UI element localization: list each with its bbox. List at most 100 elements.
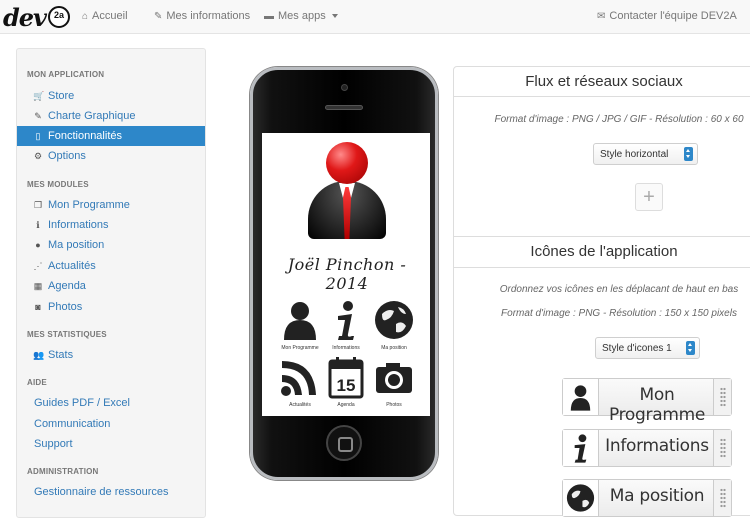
info-icon[interactable]	[324, 298, 368, 342]
envelope-icon: ✉	[597, 10, 606, 22]
icon-row-informations[interactable]: Informations	[562, 429, 732, 467]
sidebar-item-store[interactable]: 🛒 Store	[17, 86, 205, 106]
sidebar-item-label: Store	[48, 90, 75, 102]
nav-home-label: Accueil	[92, 10, 128, 22]
icon-row-mon-programme[interactable]: Mon Programme	[562, 378, 732, 425]
social-section-title: Flux et réseaux sociaux	[525, 73, 683, 90]
nav-my-info[interactable]: ✎ Mes informations	[154, 10, 250, 22]
brand-badge: 2a	[48, 6, 70, 28]
sidebar-section-title: MES MODULES	[27, 180, 89, 189]
icons-format-note: Format d'image : PNG - Résolution : 150 …	[501, 308, 737, 319]
sidebar-item-actualites[interactable]: ⋰ Actualités	[17, 256, 205, 276]
sidebar-section-title: MON APPLICATION	[27, 70, 105, 79]
sidebar-item-gestionnaire[interactable]: Gestionnaire de ressources	[17, 482, 205, 502]
sidebar-item-label: Mon Programme	[48, 199, 130, 211]
sidebar-item-informations[interactable]: ℹ Informations	[17, 215, 205, 235]
divider	[454, 96, 750, 97]
globe-icon: ●	[35, 240, 41, 250]
sidebar-item-guides[interactable]: Guides PDF / Excel	[17, 393, 205, 413]
icons-section-title: Icônes de l'application	[530, 243, 678, 260]
phone-app-label: Mon Programme	[281, 345, 319, 351]
sidebar-item-charte-graphique[interactable]: ✎ Charte Graphique	[17, 106, 205, 126]
sidebar-item-support[interactable]: Support	[17, 434, 205, 454]
nav-my-info-label: Mes informations	[166, 10, 251, 22]
calendar-icon: ▦	[33, 280, 43, 291]
sidebar-item-fonctionnalites[interactable]: ▯ Fonctionnalités	[17, 126, 205, 146]
sidebar-item-label: Photos	[48, 301, 83, 313]
phone-app-label: Photos	[386, 402, 402, 408]
brand-logo[interactable]: dev 2a	[3, 3, 70, 32]
phone-speaker	[325, 105, 363, 110]
person-icon	[563, 379, 599, 415]
drag-handle-icon[interactable]	[713, 379, 731, 415]
phone-screen: Joël Pinchon - 2014 Mon Programme Inform…	[262, 133, 430, 416]
pencil-icon: ✎	[34, 110, 42, 121]
select-arrows-icon	[684, 147, 693, 161]
sidebar-item-label: Fonctionnalités	[48, 130, 122, 142]
sidebar-item-label: Agenda	[48, 280, 86, 292]
list-icon: ▯	[35, 130, 41, 141]
sidebar-item-label: Stats	[48, 349, 74, 361]
book-icon: ❐	[33, 199, 43, 210]
nav-contact[interactable]: ✉ Contacter l'équipe DEV2A	[597, 10, 737, 22]
sidebar-item-agenda[interactable]: ▦ Agenda	[17, 276, 205, 296]
globe-icon[interactable]	[372, 298, 416, 342]
gears-icon: ⚙	[33, 150, 43, 161]
phone-camera	[341, 84, 348, 91]
drag-handle-icon[interactable]	[713, 430, 731, 466]
brand-badge-text: 2a	[53, 10, 64, 20]
rss-icon: ⋰	[33, 260, 43, 271]
camera-icon: ◙	[35, 302, 41, 312]
sidebar-item-label: Gestionnaire de ressources	[34, 486, 169, 498]
pencil-icon: ✎	[154, 10, 163, 22]
phone-app-label: Agenda	[337, 402, 355, 408]
social-style-value: Style horizontal	[600, 148, 669, 160]
chevron-down-icon	[331, 14, 338, 18]
drag-handle-icon[interactable]	[713, 480, 731, 516]
folder-icon: ▬	[264, 10, 274, 22]
person-icon[interactable]	[278, 298, 322, 342]
signature-text: Joël Pinchon - 2014	[287, 255, 407, 293]
calendar-day: 15	[337, 376, 356, 395]
settings-panel: Flux et réseaux sociaux Format d'image :…	[453, 66, 750, 517]
rss-icon[interactable]	[278, 355, 322, 399]
nav-home[interactable]: ⌂ Accueil	[82, 10, 128, 22]
sidebar-item-options[interactable]: ⚙ Options	[17, 146, 205, 166]
icons-style-select[interactable]: Style d'icones 1	[595, 337, 700, 359]
icons-order-note: Ordonnez vos icônes en les déplacant de …	[499, 284, 739, 295]
icons-style-value: Style d'icones 1	[602, 342, 672, 354]
sidebar-item-communication[interactable]: Communication	[17, 414, 205, 434]
sidebar-item-photos[interactable]: ◙ Photos	[17, 297, 205, 317]
phone-preview: Joël Pinchon - 2014 Mon Programme Inform…	[250, 67, 438, 480]
calendar-icon[interactable]: 15	[324, 355, 368, 399]
divider	[454, 236, 750, 237]
sidebar-item-label: Options	[48, 150, 86, 162]
phone-app-label: Informations	[332, 345, 360, 351]
icon-row-label: Informations	[605, 436, 709, 456]
select-arrows-icon	[686, 341, 695, 355]
top-navbar: dev 2a ⌂ Accueil ✎ Mes informations ▬ Me…	[0, 0, 750, 34]
cart-icon: 🛒	[33, 90, 45, 101]
icon-row-label: Ma position	[609, 486, 705, 506]
social-style-select[interactable]: Style horizontal	[593, 143, 698, 165]
sidebar-item-stats[interactable]: 👥 Stats	[17, 345, 205, 365]
nav-contact-label: Contacter l'équipe DEV2A	[609, 10, 737, 22]
icon-row-label: Mon Programme	[608, 385, 706, 425]
camera-icon[interactable]	[372, 355, 416, 399]
sidebar-item-label: Communication	[34, 418, 111, 430]
add-social-button[interactable]: +	[635, 183, 663, 211]
users-icon: 👥	[33, 349, 45, 360]
phone-home-button	[326, 425, 362, 461]
sidebar-item-ma-position[interactable]: ● Ma position	[17, 235, 205, 255]
phone-app-label: Ma position	[381, 345, 407, 351]
sidebar-item-label: Support	[34, 438, 73, 450]
globe-icon	[563, 480, 599, 516]
sidebar-item-label: Actualités	[48, 260, 96, 272]
info-icon: ℹ	[36, 219, 40, 230]
home-icon: ⌂	[82, 10, 89, 22]
icon-row-ma-position[interactable]: Ma position	[562, 479, 732, 517]
nav-my-apps-dropdown[interactable]: ▬ Mes apps	[264, 10, 338, 22]
sidebar-item-label: Informations	[48, 219, 109, 231]
info-icon	[563, 430, 599, 466]
sidebar-item-mon-programme[interactable]: ❐ Mon Programme	[17, 195, 205, 215]
